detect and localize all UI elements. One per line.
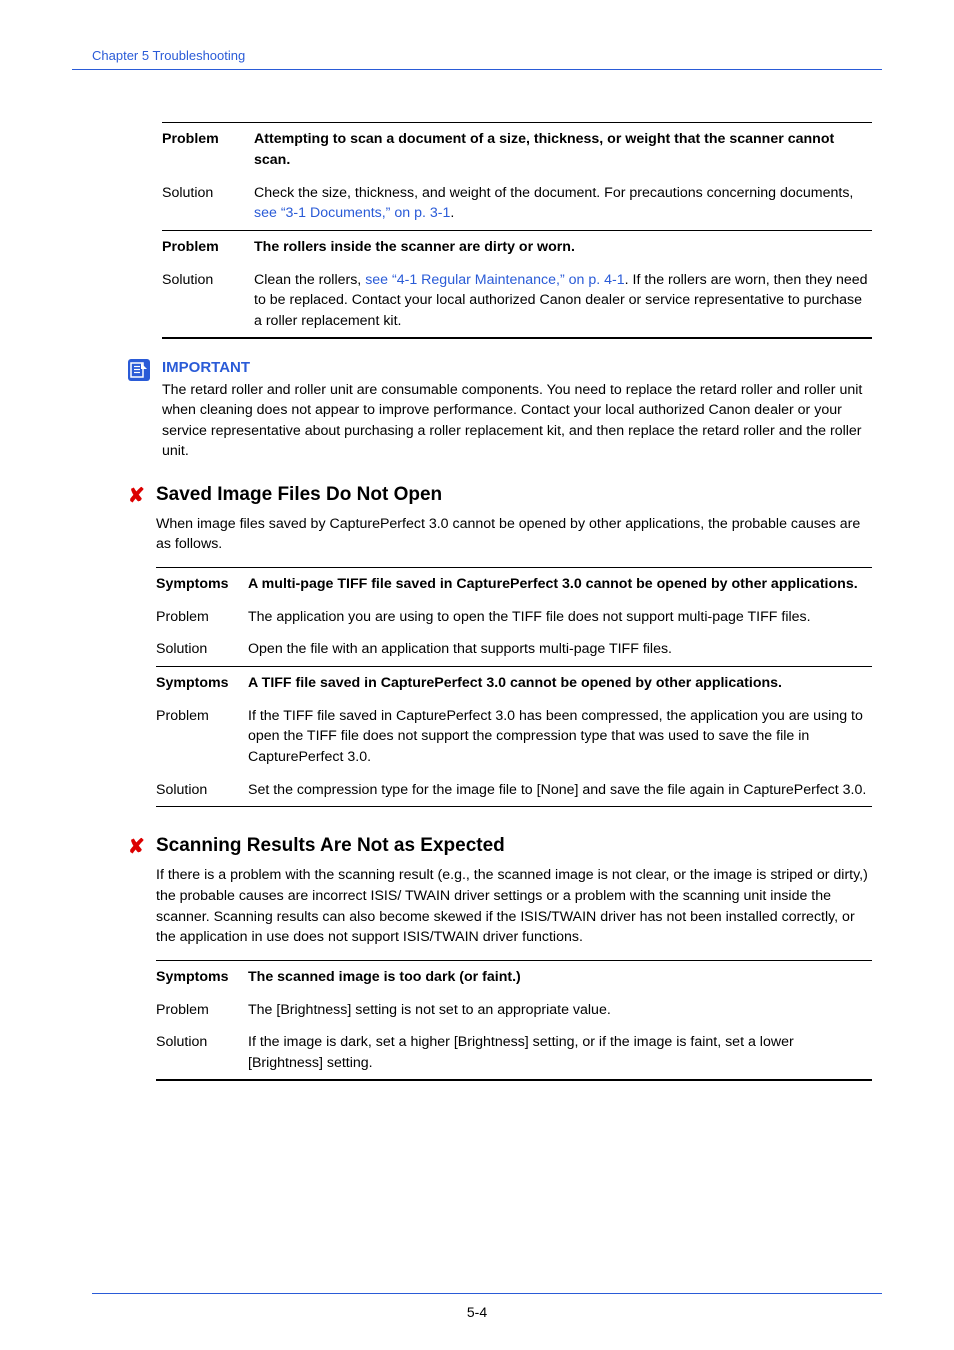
problem-label: Problem [156, 706, 248, 768]
symptoms-text: A TIFF file saved in CapturePerfect 3.0 … [248, 673, 872, 694]
problem-text: The application you are using to open th… [248, 607, 872, 628]
problem-label: Problem [156, 607, 248, 628]
solution-text: Clean the rollers, see “4-1 Regular Main… [254, 270, 872, 332]
chapter-header: Chapter 5 Troubleshooting [92, 48, 882, 63]
important-icon [128, 359, 150, 381]
section-intro: If there is a problem with the scanning … [156, 865, 872, 947]
solution-tail: . [450, 205, 454, 221]
divider [162, 337, 872, 338]
solution-text: If the image is dark, set a higher [Brig… [248, 1032, 872, 1073]
problem-label: Problem [162, 129, 254, 170]
doc-link-4-1[interactable]: see “4-1 Regular Maintenance,” on p. 4-1 [365, 272, 624, 288]
symptoms-label: Symptoms [156, 574, 248, 595]
x-icon: ✘ [128, 835, 156, 859]
section-title-saved: Saved Image Files Do Not Open [156, 484, 442, 506]
solution-lead: Clean the rollers, [254, 272, 365, 288]
solution-text: Set the compression type for the image f… [248, 780, 872, 801]
important-text: The retard roller and roller unit are co… [162, 380, 872, 462]
solution-lead: Check the size, thickness, and weight of… [254, 185, 853, 201]
page-number: 5-4 [0, 1304, 954, 1320]
solution-text: Check the size, thickness, and weight of… [254, 183, 872, 224]
problem-label: Problem [156, 1000, 248, 1021]
problem-text: Attempting to scan a document of a size,… [254, 129, 872, 170]
symptoms-text: A multi-page TIFF file saved in CaptureP… [248, 574, 872, 595]
section-intro: When image files saved by CapturePerfect… [156, 514, 872, 555]
important-heading: IMPORTANT [162, 359, 872, 376]
section-title-scanning: Scanning Results Are Not as Expected [156, 835, 505, 857]
divider [156, 806, 872, 807]
problem-text: The [Brightness] setting is not set to a… [248, 1000, 872, 1021]
divider [156, 1079, 872, 1080]
symptoms-text: The scanned image is too dark (or faint.… [248, 967, 872, 988]
doc-link-3-1[interactable]: see “3-1 Documents,” on p. 3-1 [254, 205, 450, 221]
problem-text: The rollers inside the scanner are dirty… [254, 237, 872, 258]
symptoms-label: Symptoms [156, 673, 248, 694]
footer-rule [92, 1293, 882, 1294]
solution-label: Solution [156, 1032, 248, 1073]
solution-label: Solution [162, 270, 254, 332]
solution-text: Open the file with an application that s… [248, 639, 872, 660]
x-icon: ✘ [128, 484, 156, 508]
solution-label: Solution [156, 780, 248, 801]
solution-label: Solution [156, 639, 248, 660]
symptoms-label: Symptoms [156, 967, 248, 988]
problem-label: Problem [162, 237, 254, 258]
solution-label: Solution [162, 183, 254, 224]
problem-text: If the TIFF file saved in CapturePerfect… [248, 706, 872, 768]
header-rule [72, 69, 882, 70]
